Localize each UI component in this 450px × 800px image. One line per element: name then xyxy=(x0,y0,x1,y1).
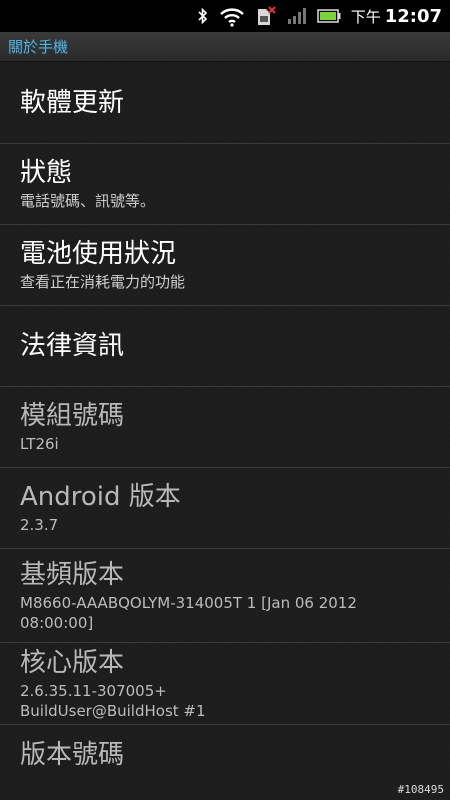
clock-time: 12:07 xyxy=(384,5,442,27)
wifi-icon xyxy=(219,0,245,32)
clock-ampm: 下午 xyxy=(350,7,381,26)
list-item-title: 版本號碼 xyxy=(20,740,125,770)
list-item-subtitle: M8660-AAABQOLYM-314005T 1 [Jan 06 2012 0… xyxy=(20,593,357,632)
page-title-bar: 關於手機 xyxy=(0,32,450,62)
status-item[interactable]: 狀態 電話號碼、訊號等。 xyxy=(0,144,450,225)
list-item-title: 狀態 xyxy=(20,158,73,188)
baseband-version-item: 基頻版本 M8660-AAABQOLYM-314005T 1 [Jan 06 2… xyxy=(0,549,450,643)
legal-info-item[interactable]: 法律資訊 xyxy=(0,306,450,387)
battery-use-item[interactable]: 電池使用狀況 查看正在消耗電力的功能 xyxy=(0,225,450,306)
android-version-item[interactable]: Android 版本 2.3.7 xyxy=(0,468,450,549)
settings-list[interactable]: 軟體更新 狀態 電話號碼、訊號等。 電池使用狀況 查看正在消耗電力的功能 法律資… xyxy=(0,62,450,800)
clock: 下午 12:07 xyxy=(351,6,442,27)
list-item-title: 模組號碼 xyxy=(20,401,125,431)
sim-card-missing-icon xyxy=(255,0,277,32)
kernel-version-item: 核心版本 2.6.35.11-307005+ BuildUser@BuildHo… xyxy=(0,643,450,725)
list-item-subtitle: LT26i xyxy=(20,435,59,453)
model-number-item: 模組號碼 LT26i xyxy=(0,387,450,468)
list-item-subtitle: 查看正在消耗電力的功能 xyxy=(20,273,186,291)
list-item-title: 核心版本 xyxy=(20,647,125,678)
list-item-title: Android 版本 xyxy=(20,482,181,512)
page-title: 關於手機 xyxy=(8,38,69,56)
list-item-title: 軟體更新 xyxy=(20,87,125,118)
bluetooth-icon xyxy=(197,0,209,32)
status-bar: 下午 12:07 xyxy=(0,0,450,32)
list-item-title: 基頻版本 xyxy=(20,559,125,590)
list-item-subtitle: 2.6.35.11-307005+ BuildUser@BuildHost #1 xyxy=(20,681,206,720)
list-item-subtitle: 電話號碼、訊號等。 xyxy=(20,192,156,210)
list-item-subtitle: 2.3.7 xyxy=(20,516,59,534)
battery-icon xyxy=(316,0,341,32)
software-update-item[interactable]: 軟體更新 xyxy=(0,62,450,144)
build-number-item: 版本號碼 xyxy=(0,725,450,800)
list-item-title: 電池使用狀況 xyxy=(20,239,177,269)
watermark: #108495 xyxy=(397,783,444,796)
list-item-title: 法律資訊 xyxy=(20,331,125,361)
signal-icon xyxy=(287,0,307,32)
